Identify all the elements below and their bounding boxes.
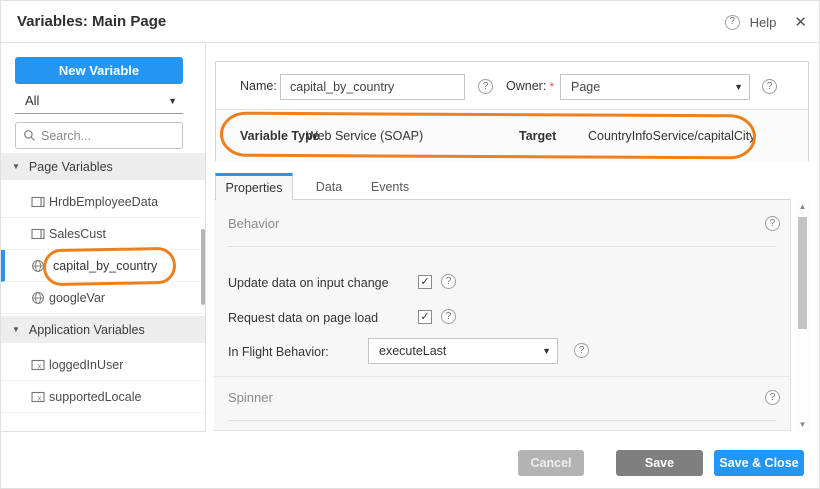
variables-dialog: Variables: Main Page ? Help ✕ New Variab… [0, 0, 820, 489]
variable-type-value: Web Service (SOAP) [306, 129, 423, 143]
variables-sidebar: New Variable All ▼ ▼ Page Variables Hrdb… [1, 44, 206, 432]
sidebar-item-hrdbemployeedata[interactable]: HrdbEmployeeData [1, 186, 205, 218]
sidebar-item-googlevar[interactable]: googleVar [1, 282, 205, 314]
variable-icon: x [31, 358, 45, 372]
data-provider-icon [31, 227, 45, 241]
sidebar-item-capital-by-country[interactable]: capital_by_country [1, 250, 205, 282]
spinner-section-title: Spinner [228, 390, 273, 405]
name-input[interactable] [280, 74, 465, 100]
scrollbar-thumb[interactable] [798, 217, 807, 329]
in-flight-behavior-help-icon[interactable]: ? [574, 343, 589, 358]
update-on-input-change-label: Update data on input change [228, 276, 389, 290]
chevron-down-icon: ▼ [168, 96, 177, 106]
header-actions: ? Help ✕ [725, 13, 807, 31]
cancel-button[interactable]: Cancel [518, 450, 584, 476]
help-icon[interactable]: ? [725, 15, 740, 30]
in-flight-behavior-label: In Flight Behavior: [228, 345, 329, 359]
dialog-header: Variables: Main Page ? Help ✕ [1, 1, 820, 43]
help-link[interactable]: Help [750, 15, 777, 30]
sidebar-group-page-variables[interactable]: ▼ Page Variables [1, 153, 205, 180]
close-icon[interactable]: ✕ [794, 13, 807, 31]
name-owner-row: Name: * ? Owner: * Page ▼ ? [216, 62, 808, 109]
owner-select[interactable]: Page ▼ [560, 74, 750, 100]
tab-events[interactable]: Events [362, 173, 418, 200]
in-flight-behavior-value: executeLast [369, 344, 446, 358]
target-value: CountryInfoService/capitalCity [588, 129, 755, 143]
variable-summary-form: Name: * ? Owner: * Page ▼ ? Variable Typ… [215, 61, 809, 161]
tab-data[interactable]: Data [306, 173, 352, 200]
update-on-input-change-help-icon[interactable]: ? [441, 274, 456, 289]
sidebar-item-salescust[interactable]: SalesCust [1, 218, 205, 250]
properties-scrollbar: ▲ ▼ [795, 201, 810, 431]
tab-properties[interactable]: Properties [215, 173, 293, 201]
behavior-help-icon[interactable]: ? [765, 216, 780, 231]
sidebar-item-supportedlocale[interactable]: x supportedLocale [1, 381, 205, 413]
required-asterisk: * [550, 81, 554, 93]
svg-text:x: x [38, 395, 42, 402]
data-provider-icon [31, 195, 45, 209]
section-separator [214, 376, 790, 377]
sidebar-group-application-variables[interactable]: ▼ Application Variables [1, 316, 205, 343]
name-help-icon[interactable]: ? [478, 79, 493, 94]
variable-icon: x [31, 390, 45, 404]
target-label: Target [519, 129, 556, 143]
request-on-page-load-checkbox[interactable] [418, 310, 432, 324]
name-label: Name: * [240, 79, 285, 93]
svg-text:x: x [38, 363, 42, 370]
properties-panel: Behavior ? Update data on input change ?… [214, 200, 791, 431]
scroll-up-icon[interactable]: ▲ [795, 201, 810, 213]
globe-icon [31, 291, 45, 305]
variable-filter-select[interactable]: All ▼ [15, 88, 183, 114]
section-divider [228, 246, 776, 247]
page-title: Variables: Main Page [17, 13, 166, 30]
variable-filter-value: All [15, 93, 39, 108]
save-button[interactable]: Save [616, 450, 703, 476]
collapse-triangle-icon: ▼ [12, 162, 20, 171]
owner-help-icon[interactable]: ? [762, 79, 777, 94]
collapse-triangle-icon: ▼ [12, 325, 20, 334]
search-input[interactable] [41, 129, 161, 143]
search-icon [23, 129, 36, 142]
update-on-input-change-checkbox[interactable] [418, 275, 432, 289]
detail-tabs: Properties Data Events [214, 173, 791, 200]
behavior-section-title: Behavior [228, 216, 279, 231]
spinner-help-icon[interactable]: ? [765, 390, 780, 405]
chevron-down-icon: ▼ [542, 346, 551, 356]
sidebar-item-loggedinuser[interactable]: x loggedInUser [1, 349, 205, 381]
owner-label: Owner: * [506, 79, 554, 93]
globe-icon [31, 259, 45, 273]
request-on-page-load-help-icon[interactable]: ? [441, 309, 456, 324]
in-flight-behavior-select[interactable]: executeLast ▼ [368, 338, 558, 364]
request-on-page-load-label: Request data on page load [228, 311, 378, 325]
chevron-down-icon: ▼ [734, 82, 743, 92]
scroll-down-icon[interactable]: ▼ [795, 419, 810, 431]
section-divider [228, 420, 776, 421]
new-variable-button[interactable]: New Variable [15, 57, 183, 84]
sidebar-scrollbar-thumb[interactable] [201, 229, 205, 305]
save-and-close-button[interactable]: Save & Close [714, 450, 804, 476]
search-box [15, 122, 183, 149]
owner-value: Page [561, 80, 600, 94]
variable-type-row: Variable Type Web Service (SOAP) Target … [216, 110, 808, 161]
